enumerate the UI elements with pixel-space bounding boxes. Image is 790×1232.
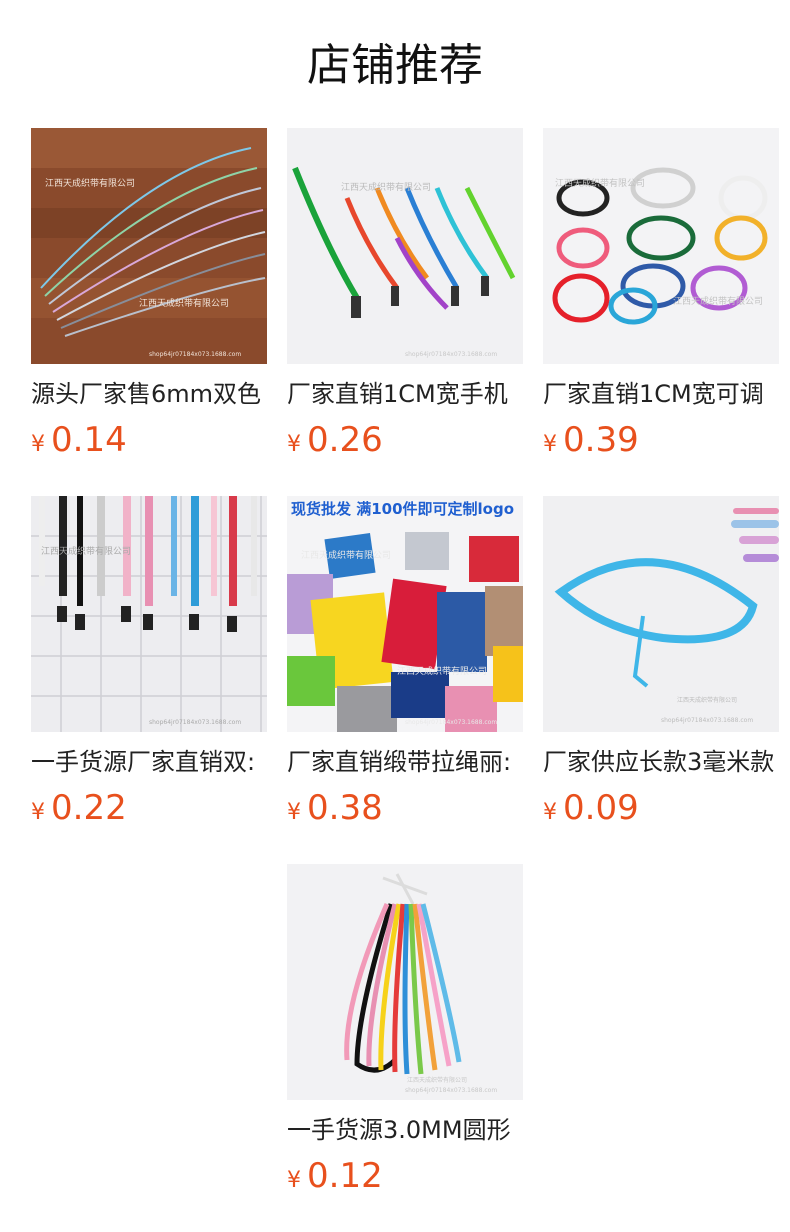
product-name[interactable]: 厂家直销1CM宽手机 bbox=[287, 378, 523, 410]
watermark-text: 江西天成织带有限公司 bbox=[41, 545, 131, 557]
product-name[interactable]: 厂家直销1CM宽可调 bbox=[543, 378, 779, 410]
product-image[interactable]: 江西天成织带有限公司 江西天成织带有限公司 bbox=[543, 128, 779, 364]
price-value: 0.38 bbox=[307, 788, 383, 828]
product-card[interactable]: 江西天成织带有限公司 shop64jr07184x073.1688.com 一手… bbox=[287, 864, 523, 1196]
product-image[interactable]: 江西天成织带有限公司 shop64jr07184x073.1688.com bbox=[287, 864, 523, 1100]
product-name[interactable]: 厂家供应长款3毫米款 bbox=[543, 746, 779, 778]
watermark-text: shop64jr07184x073.1688.com bbox=[405, 719, 497, 726]
product-price: ¥0.39 bbox=[543, 420, 779, 460]
price-value: 0.39 bbox=[563, 420, 639, 460]
product-price: ¥0.26 bbox=[287, 420, 523, 460]
currency-symbol: ¥ bbox=[31, 800, 45, 825]
product-card[interactable]: 江西天成织带有限公司 江西天成织带有限公司 shop64jr07184x073.… bbox=[31, 128, 267, 460]
product-price: ¥0.38 bbox=[287, 788, 523, 828]
currency-symbol: ¥ bbox=[287, 1168, 301, 1193]
product-name[interactable]: 厂家直销缎带拉绳丽: bbox=[287, 746, 523, 778]
product-card[interactable]: 江西天成织带有限公司 shop64jr07184x073.1688.com 一手… bbox=[31, 496, 267, 828]
watermark-text: 江西天成织带有限公司 bbox=[677, 696, 737, 704]
watermark-text: 江西天成织带有限公司 bbox=[407, 1076, 467, 1084]
watermark-text: 江西天成织带有限公司 bbox=[341, 181, 431, 193]
product-card[interactable]: 现货批发 满100件即可定制logo 江西天成织带有限公司 江西天成织带有限公司… bbox=[287, 496, 523, 828]
product-name[interactable]: 源头厂家售6mm双色 bbox=[31, 378, 267, 410]
product-name[interactable]: 一手货源厂家直销双: bbox=[31, 746, 267, 778]
watermark-text: shop64jr07184x073.1688.com bbox=[661, 717, 753, 724]
currency-symbol: ¥ bbox=[287, 800, 301, 825]
currency-symbol: ¥ bbox=[31, 432, 45, 457]
watermark-text: shop64jr07184x073.1688.com bbox=[149, 719, 241, 726]
price-value: 0.09 bbox=[563, 788, 639, 828]
watermark-text: 江西天成织带有限公司 bbox=[673, 295, 763, 307]
currency-symbol: ¥ bbox=[543, 800, 557, 825]
watermark-text: 江西天成织带有限公司 bbox=[397, 665, 487, 677]
watermark-text: shop64jr07184x073.1688.com bbox=[405, 351, 497, 358]
watermark-text: shop64jr07184x073.1688.com bbox=[149, 351, 241, 358]
product-image[interactable]: 现货批发 满100件即可定制logo 江西天成织带有限公司 江西天成织带有限公司… bbox=[287, 496, 523, 732]
watermark-text: 江西天成织带有限公司 bbox=[555, 177, 645, 189]
product-image[interactable]: 江西天成织带有限公司 shop64jr07184x073.1688.com bbox=[543, 496, 779, 732]
product-price: ¥0.12 bbox=[287, 1156, 523, 1196]
product-card[interactable]: 江西天成织带有限公司 shop64jr07184x073.1688.com 厂家… bbox=[287, 128, 523, 460]
watermark-text: shop64jr07184x073.1688.com bbox=[405, 1087, 497, 1094]
watermark-text: 江西天成织带有限公司 bbox=[301, 549, 391, 561]
currency-symbol: ¥ bbox=[287, 432, 301, 457]
image-banner-text: 现货批发 满100件即可定制logo bbox=[291, 500, 514, 518]
product-card[interactable]: 江西天成织带有限公司 江西天成织带有限公司 厂家直销1CM宽可调 ¥0.39 bbox=[543, 128, 779, 460]
product-price: ¥0.09 bbox=[543, 788, 779, 828]
price-value: 0.22 bbox=[51, 788, 127, 828]
product-name[interactable]: 一手货源3.0MM圆形 bbox=[287, 1114, 523, 1146]
price-value: 0.14 bbox=[51, 420, 127, 460]
watermark-text: 江西天成织带有限公司 bbox=[139, 297, 229, 309]
currency-symbol: ¥ bbox=[543, 432, 557, 457]
watermark-text: 江西天成织带有限公司 bbox=[45, 177, 135, 189]
product-image[interactable]: 江西天成织带有限公司 shop64jr07184x073.1688.com bbox=[31, 496, 267, 732]
product-price: ¥0.14 bbox=[31, 420, 267, 460]
price-value: 0.12 bbox=[307, 1156, 383, 1196]
product-card[interactable]: 江西天成织带有限公司 shop64jr07184x073.1688.com 厂家… bbox=[543, 496, 779, 828]
product-image[interactable]: 江西天成织带有限公司 shop64jr07184x073.1688.com bbox=[287, 128, 523, 364]
page-title: 店铺推荐 bbox=[307, 40, 483, 91]
price-value: 0.26 bbox=[307, 420, 383, 460]
product-price: ¥0.22 bbox=[31, 788, 267, 828]
product-image[interactable]: 江西天成织带有限公司 江西天成织带有限公司 shop64jr07184x073.… bbox=[31, 128, 267, 364]
